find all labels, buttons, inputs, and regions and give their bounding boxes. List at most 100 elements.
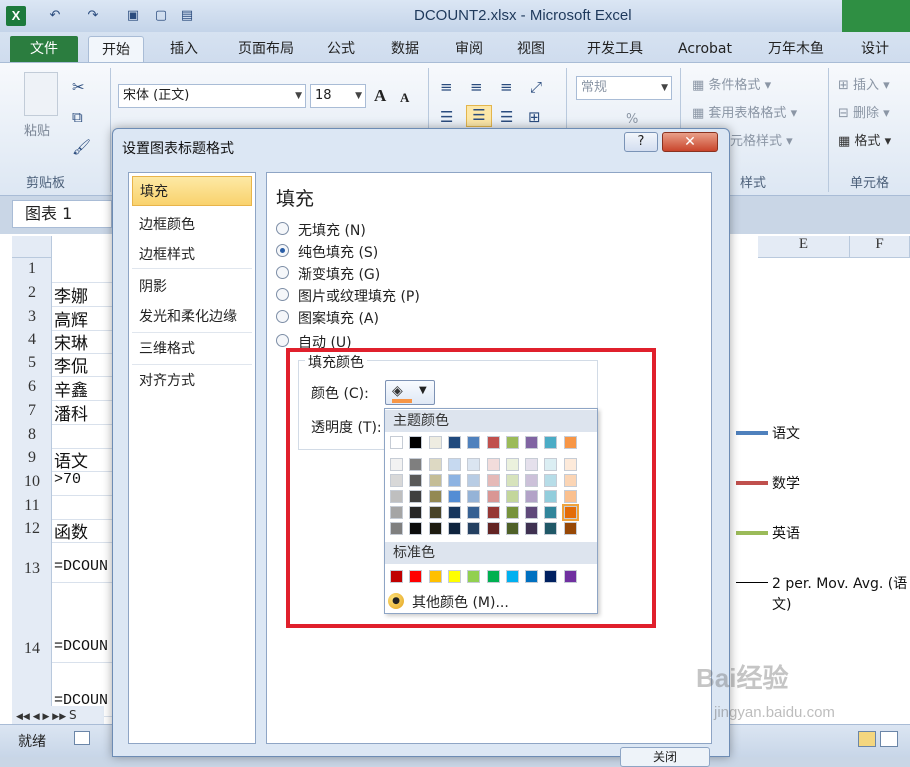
fill-option-label[interactable]: 图片或纹理填充 (P) xyxy=(298,286,420,306)
tab-6[interactable]: 视图 xyxy=(506,36,556,62)
open-icon[interactable]: ▤ xyxy=(178,7,196,25)
dialog-close-bottom-button[interactable]: 关闭 xyxy=(620,747,710,767)
sheet-nav-buttons[interactable]: ◀◀ ◀ ▶ ▶▶ S xyxy=(12,706,104,724)
fill-option-radio[interactable] xyxy=(276,310,289,323)
fill-option-label[interactable]: 图案填充 (A) xyxy=(298,308,379,328)
paste-label[interactable]: 粘贴 xyxy=(24,120,50,139)
tab-10[interactable]: 设计 xyxy=(850,36,900,62)
tab-file[interactable]: 文件 xyxy=(10,36,78,62)
row-header[interactable]: 3 xyxy=(12,308,52,326)
save-icon[interactable]: ▣ xyxy=(124,7,142,25)
select-all-corner[interactable] xyxy=(12,236,52,258)
tab-4[interactable]: 数据 xyxy=(380,36,430,62)
nav-item-6[interactable]: 对齐方式 xyxy=(132,366,252,396)
fill-option-label[interactable]: 无填充 (N) xyxy=(298,220,366,240)
align-middle-icon[interactable]: ≡ xyxy=(470,78,483,96)
align-top-icon[interactable]: ≡ xyxy=(440,78,453,96)
close-button[interactable]: ✕ xyxy=(662,132,718,152)
orientation-icon[interactable]: ⤢ xyxy=(530,78,542,96)
cut-icon[interactable]: ✂ xyxy=(72,78,85,96)
font-size-combo[interactable]: 18 ▼ xyxy=(310,84,366,108)
new-icon[interactable]: ▢ xyxy=(152,7,170,25)
row-header[interactable]: 5 xyxy=(12,354,52,372)
nav-item-0[interactable]: 填充 xyxy=(132,176,252,206)
nav-item-1[interactable]: 边框颜色 xyxy=(132,210,252,240)
conditional-format-button[interactable]: ▦ 条件格式 ▾ xyxy=(692,74,771,93)
name-box[interactable]: 图表 1 xyxy=(12,200,112,228)
row-header[interactable]: 2 xyxy=(12,284,52,302)
grow-font-button[interactable]: A xyxy=(374,86,386,106)
page-layout-view-icon[interactable] xyxy=(880,731,898,747)
nav-item-5[interactable]: 三维格式 xyxy=(132,334,252,364)
row-header[interactable]: 1 xyxy=(12,260,52,278)
help-button[interactable]: ? xyxy=(624,132,658,152)
cell-a[interactable]: =DCOUN xyxy=(54,558,108,575)
fill-option-label[interactable]: 渐变填充 (G) xyxy=(298,264,380,284)
cell-a[interactable]: 潘科 xyxy=(54,400,88,425)
fill-option-radio[interactable] xyxy=(276,334,289,347)
redo-icon[interactable]: ↷ xyxy=(84,7,102,25)
paste-icon[interactable] xyxy=(24,72,58,116)
align-center-icon[interactable]: ☰ xyxy=(466,105,492,127)
excel-icon[interactable]: X xyxy=(6,6,26,26)
align-left-icon[interactable]: ☰ xyxy=(440,108,453,126)
percent-style-button[interactable]: % xyxy=(626,112,638,127)
align-right-icon[interactable]: ☰ xyxy=(500,108,513,126)
cell-a[interactable]: 函数 xyxy=(54,518,88,543)
column-header-e[interactable]: E xyxy=(758,236,850,258)
fill-option-radio[interactable] xyxy=(276,244,289,257)
cell-a[interactable]: =DCOUN xyxy=(54,638,108,655)
nav-item-3[interactable]: 阴影 xyxy=(132,272,252,302)
nav-item-4[interactable]: 发光和柔化边缘 xyxy=(132,302,252,332)
tab-5[interactable]: 审阅 xyxy=(446,36,492,62)
tab-1[interactable]: 插入 xyxy=(156,36,212,62)
row-header[interactable]: 12 xyxy=(12,520,52,538)
column-header-f[interactable]: F xyxy=(850,236,910,258)
merge-center-icon[interactable]: ⊞ xyxy=(528,108,541,126)
cell-a[interactable]: 语文 xyxy=(54,447,88,472)
fill-option-radio[interactable] xyxy=(276,222,289,235)
fill-option-radio[interactable] xyxy=(276,266,289,279)
cell-a[interactable]: 高辉 xyxy=(54,306,88,331)
tab-0[interactable]: 开始 xyxy=(88,36,144,62)
format-cells-button[interactable]: ▦ 格式 ▾ xyxy=(838,130,891,149)
tab-3[interactable]: 公式 xyxy=(316,36,366,62)
normal-view-icon[interactable] xyxy=(858,731,876,747)
macro-record-icon[interactable] xyxy=(74,731,90,745)
row-header[interactable]: 10 xyxy=(12,473,52,491)
undo-icon[interactable]: ↶ xyxy=(46,7,64,25)
window-controls[interactable] xyxy=(842,0,910,32)
tab-9[interactable]: 万年木鱼 xyxy=(756,36,836,62)
row-gridline xyxy=(52,495,112,496)
font-name-combo[interactable]: 宋体 (正文) ▼ xyxy=(118,84,306,108)
cell-a[interactable]: 李娜 xyxy=(54,282,88,307)
row-header[interactable]: 11 xyxy=(12,497,52,515)
tab-8[interactable]: Acrobat xyxy=(670,36,740,62)
fill-option-label[interactable]: 纯色填充 (S) xyxy=(298,242,378,262)
cell-a[interactable]: >70 xyxy=(54,471,81,488)
row-header[interactable]: 4 xyxy=(12,331,52,349)
row-header[interactable]: 9 xyxy=(12,449,52,467)
cell-styles-button[interactable]: 元格样式 ▾ xyxy=(730,130,793,149)
tab-7[interactable]: 开发工具 xyxy=(574,36,656,62)
shrink-font-button[interactable]: A xyxy=(400,90,409,106)
delete-cells-button[interactable]: ⊟ 删除 ▾ xyxy=(838,102,890,121)
row-header[interactable]: 13 xyxy=(12,560,52,578)
fill-option-radio[interactable] xyxy=(276,288,289,301)
table-format-button[interactable]: ▦ 套用表格格式 ▾ xyxy=(692,102,797,121)
nav-item-2[interactable]: 边框样式 xyxy=(132,240,252,270)
row-header[interactable]: 7 xyxy=(12,402,52,420)
tab-2[interactable]: 页面布局 xyxy=(226,36,306,62)
cell-a[interactable]: 李侃 xyxy=(54,352,88,377)
cell-a[interactable]: 辛鑫 xyxy=(54,376,88,401)
row-header[interactable]: 6 xyxy=(12,378,52,396)
sheet-tab[interactable]: S xyxy=(69,708,77,722)
insert-cells-button[interactable]: ⊞ 插入 ▾ xyxy=(838,74,890,93)
format-painter-icon[interactable]: 🖌 xyxy=(72,138,91,156)
copy-icon[interactable]: ⧉ xyxy=(72,108,83,126)
cell-a[interactable]: 宋琳 xyxy=(54,329,88,354)
align-bottom-icon[interactable]: ≡ xyxy=(500,78,513,96)
row-header[interactable]: 14 xyxy=(12,640,52,658)
number-format-combo[interactable]: 常规 ▼ xyxy=(576,76,672,100)
row-header[interactable]: 8 xyxy=(12,426,52,444)
